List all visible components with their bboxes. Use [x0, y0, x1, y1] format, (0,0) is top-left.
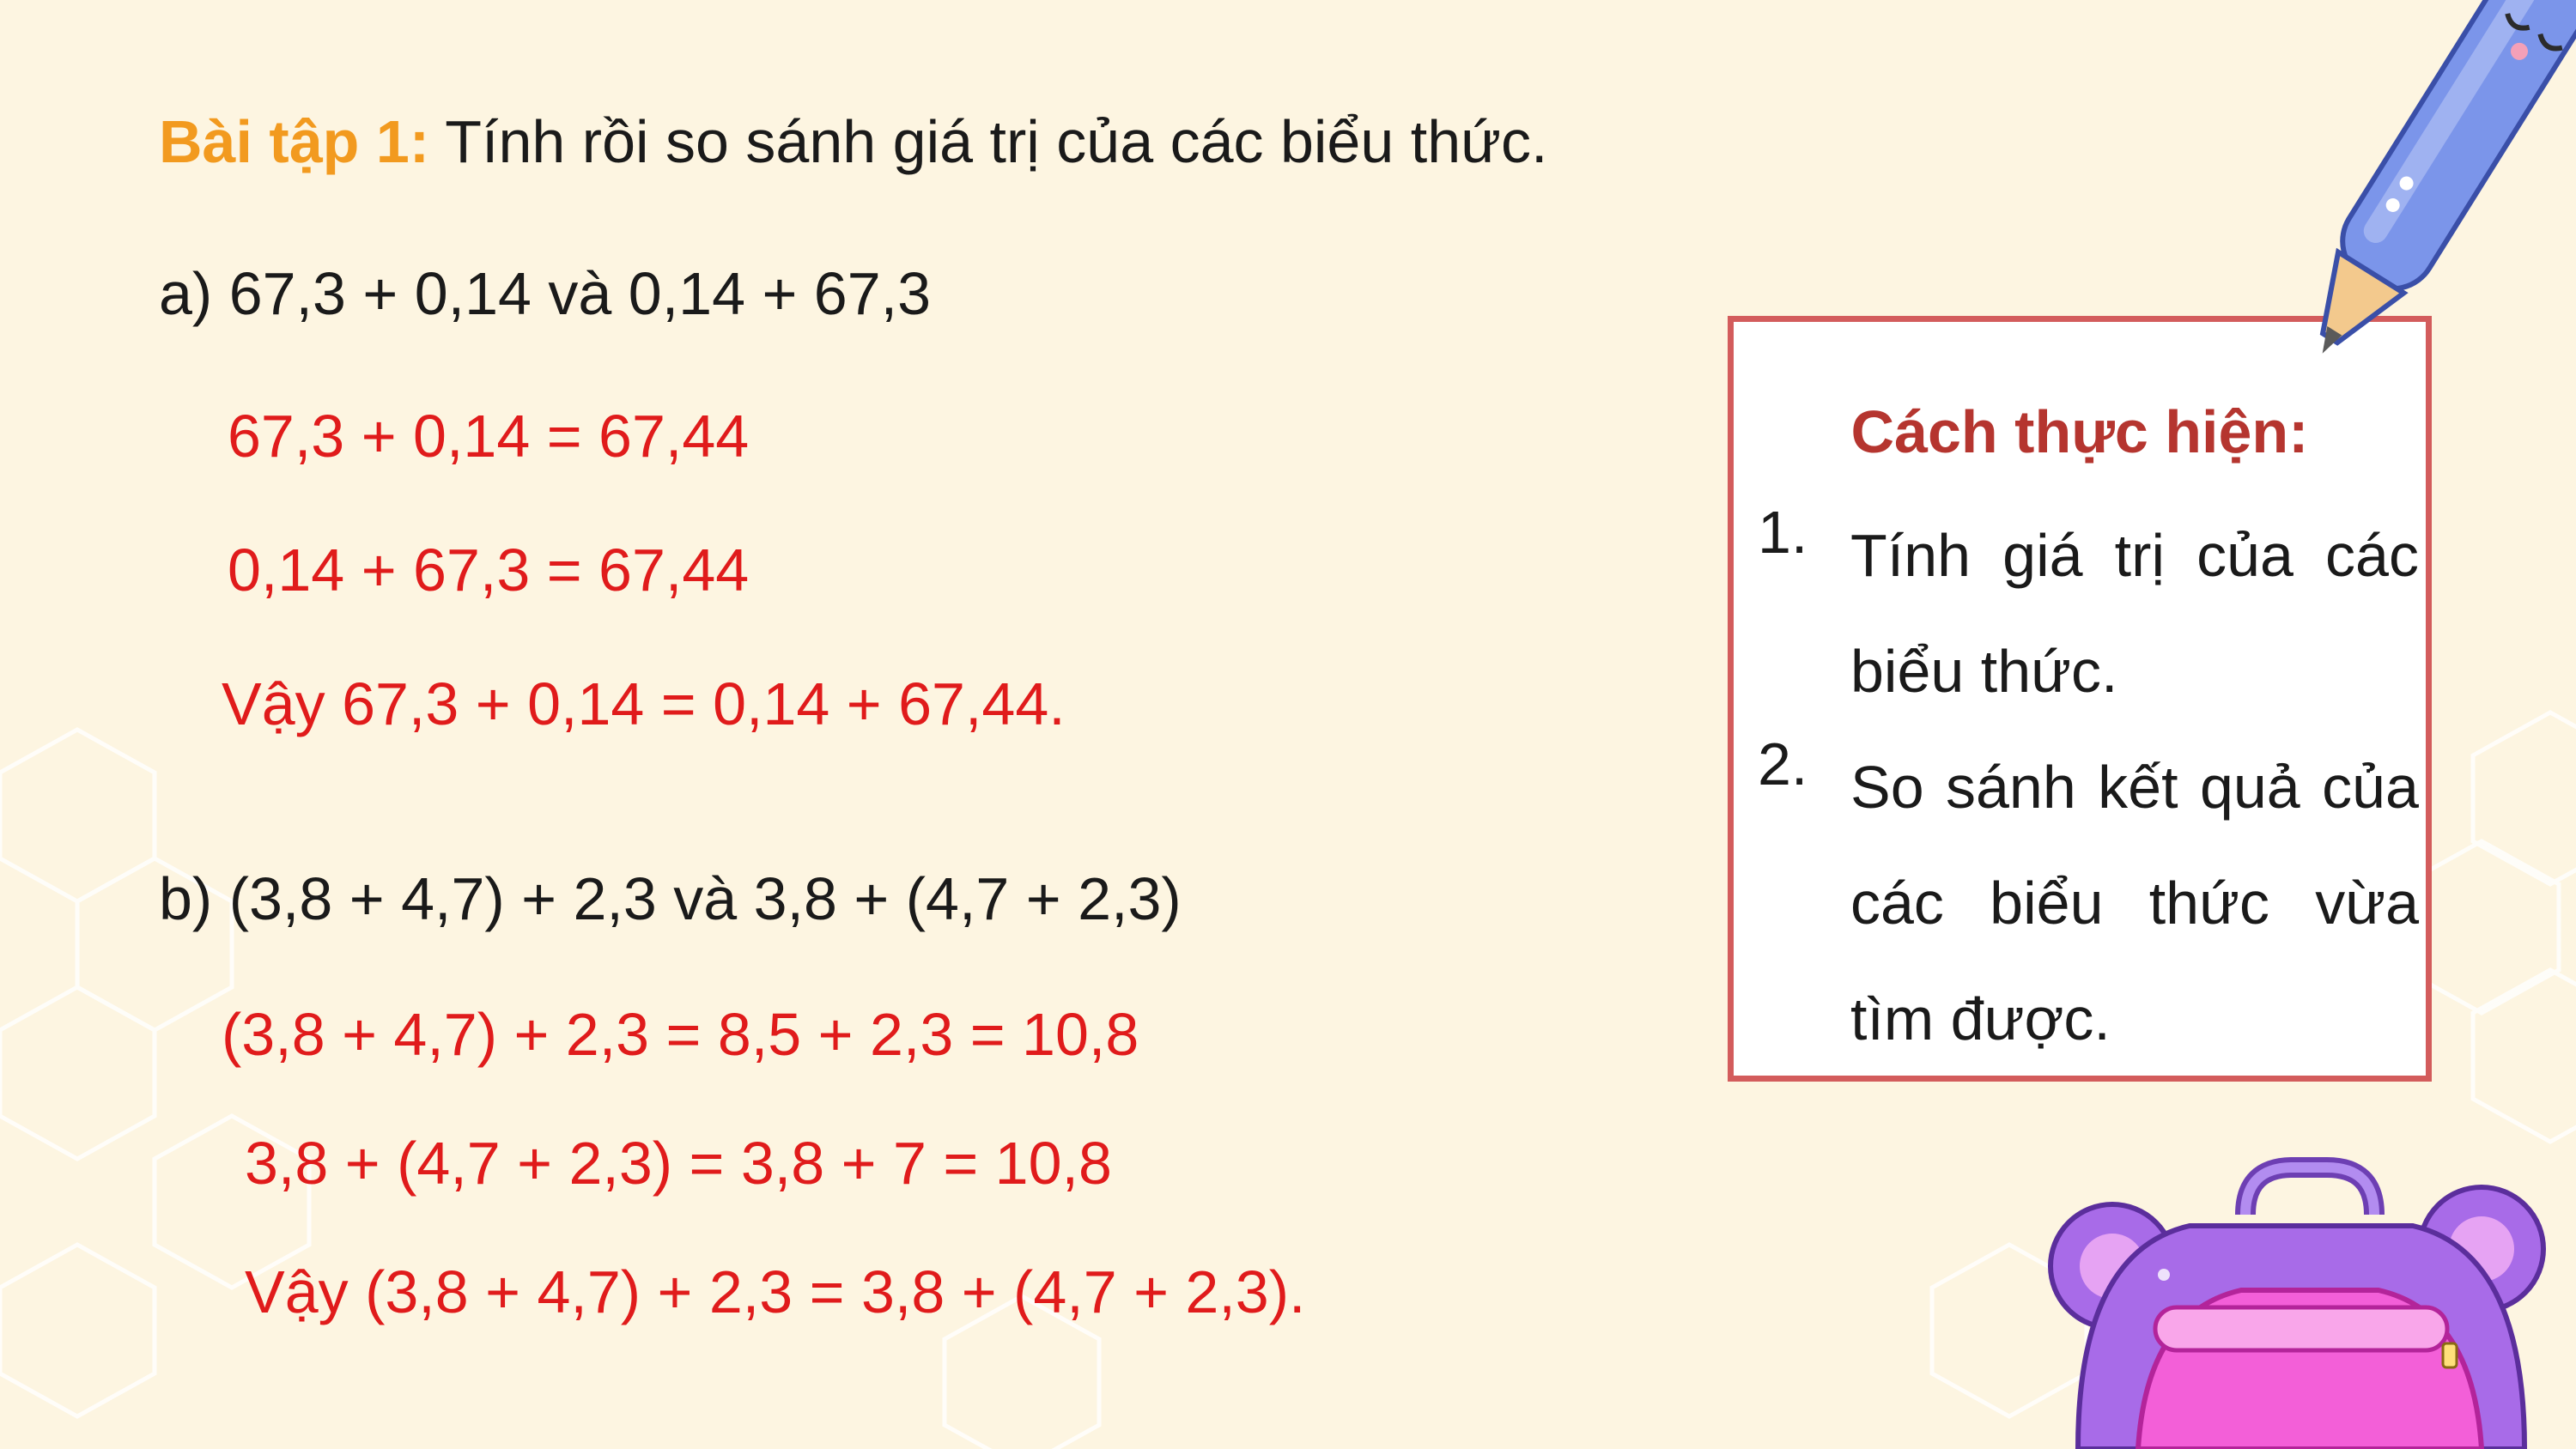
part-b-answer-line-2: 3,8 + (4,7 + 2,3) = 3,8 + 7 = 10,8: [245, 1130, 1112, 1197]
exercise-instruction: Tính rồi so sánh giá trị của các biểu th…: [429, 108, 1548, 175]
method-step-2: 2. So sánh kết quả của các biểu thức vừa…: [1758, 730, 2419, 1077]
exercise-title: Bài tập 1: Tính rồi so sánh giá trị của …: [159, 107, 1547, 176]
method-step-2-text: So sánh kết quả của các biểu thức vừa tì…: [1850, 754, 2419, 1052]
part-b-question: b) (3,8 + 4,7) + 2,3 và 3,8 + (4,7 + 2,3…: [159, 865, 1182, 932]
method-step-1: 1. Tính giá trị của các biểu thức.: [1758, 498, 2419, 730]
method-box-title: Cách thực hiện:: [1850, 398, 2309, 465]
part-a-answer-line-2: 0,14 + 67,3 = 67,44: [228, 537, 750, 603]
method-step-1-number: 1.: [1758, 499, 1808, 566]
method-box: Cách thực hiện: 1. Tính giá trị của các …: [1728, 316, 2432, 1082]
part-b-answer-line-1: (3,8 + 4,7) + 2,3 = 8,5 + 2,3 = 10,8: [222, 1001, 1139, 1068]
part-b-conclusion: Vậy (3,8 + 4,7) + 2,3 = 3,8 + (4,7 + 2,3…: [245, 1258, 1306, 1325]
pencil-illustration: [2319, 0, 2576, 354]
part-a-conclusion: Vậy 67,3 + 0,14 = 0,14 + 67,44.: [222, 670, 1066, 737]
exercise-label: Bài tập 1:: [159, 108, 430, 175]
method-step-2-number: 2.: [1758, 731, 1808, 797]
backpack-illustration: [2048, 1157, 2546, 1449]
part-a-answer-line-1: 67,3 + 0,14 = 67,44: [228, 403, 750, 470]
part-a-question: a) 67,3 + 0,14 và 0,14 + 67,3: [159, 260, 932, 327]
method-step-1-text: Tính giá trị của các biểu thức.: [1850, 522, 2419, 705]
